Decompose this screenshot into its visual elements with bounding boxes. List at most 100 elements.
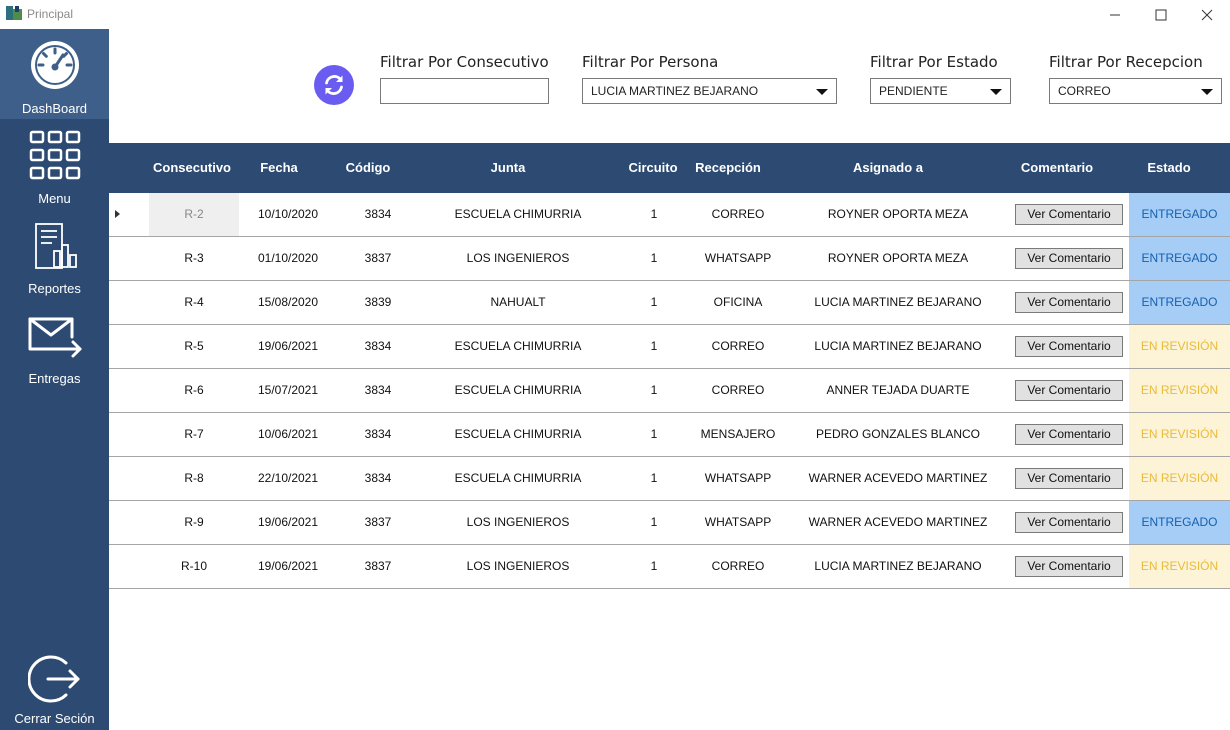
column-header[interactable]: Junta [429,143,587,193]
cell-circuito: 1 [650,251,658,265]
ver-comentario-button[interactable]: Ver Comentario [1015,424,1123,445]
ver-comentario-button[interactable]: Ver Comentario [1015,336,1123,357]
status-badge: EN REVISIÓN [1129,457,1230,500]
sidebar-item-entregas[interactable]: Entregas [0,299,109,389]
cell-asignado: PEDRO GONZALES BLANCO [815,427,981,441]
cell-consecutivo: R-6 [184,383,204,397]
sidebar-item-reportes[interactable]: Reportes [0,209,109,299]
ver-comentario-button[interactable]: Ver Comentario [1015,248,1123,269]
cell-codigo: 3837 [364,515,392,529]
refresh-button[interactable] [314,65,354,105]
ver-comentario-button[interactable]: Ver Comentario [1015,292,1123,313]
filter-recepcion-select[interactable]: CORREO [1049,78,1222,104]
cell-circuito: 1 [650,471,658,485]
sidebar-item-label: Entregas [28,371,81,386]
speedometer-icon [0,39,109,91]
sidebar-item-dashboard[interactable]: DashBoard [0,29,109,119]
status-badge: EN REVISIÓN [1129,369,1230,412]
data-grid: Consecutivo Fecha Código Junta Circuito … [109,143,1230,589]
table-row[interactable]: R-10 19/06/2021 3837 LOS INGENIEROS 1 CORREO L… [109,545,1230,589]
chevron-down-icon [816,89,828,95]
column-header[interactable]: Comentario [1007,143,1107,193]
ver-comentario-button[interactable]: Ver Comentario [1015,512,1123,533]
cell-fecha: 15/07/2021 [257,383,319,397]
status-badge: EN REVISIÓN [1129,413,1230,456]
table-row[interactable]: R-8 22/10/2021 3834 ESCUELA CHIMURRIA 1 WHATS… [109,457,1230,501]
filter-estado-label: Filtrar Por Estado [870,53,998,71]
app-icon [6,6,22,20]
column-header[interactable]: Circuito [619,143,687,193]
cell-recepcion: WHATSAPP [704,251,772,265]
cell-fecha: 01/10/2020 [257,251,319,265]
cell-circuito: 1 [650,339,658,353]
minimize-button[interactable] [1092,0,1138,29]
cell-asignado: ROYNER OPORTA MEZA [827,207,969,221]
ver-comentario-button[interactable]: Ver Comentario [1015,380,1123,401]
cell-asignado: WARNER ACEVEDO MARTINEZ [808,515,988,529]
cell-circuito: 1 [650,427,658,441]
filter-persona-value: LUCIA MARTINEZ BEJARANO [591,84,759,98]
status-badge: EN REVISIÓN [1129,325,1230,368]
table-row[interactable]: R-7 10/06/2021 3834 ESCUELA CHIMURRIA 1 MENSA… [109,413,1230,457]
table-row[interactable]: R-6 15/07/2021 3834 ESCUELA CHIMURRIA 1 CORRE… [109,369,1230,413]
filter-recepcion-value: CORREO [1058,84,1111,98]
sidebar-item-menu[interactable]: Menu [0,119,109,209]
cell-codigo: 3839 [364,295,392,309]
ver-comentario-button[interactable]: Ver Comentario [1015,556,1123,577]
cell-codigo: 3834 [364,383,392,397]
cell-asignado: WARNER ACEVEDO MARTINEZ [808,471,988,485]
filter-estado-value: PENDIENTE [879,84,948,98]
grid-header: Consecutivo Fecha Código Junta Circuito … [109,143,1230,193]
cell-junta: LOS INGENIEROS [466,515,570,529]
filter-consecutivo-input[interactable] [380,78,549,104]
row-selector-icon [115,210,120,218]
cell-recepcion: CORREO [711,207,765,221]
table-row[interactable]: R-9 19/06/2021 3837 LOS INGENIEROS 1 WHATSAPP… [109,501,1230,545]
cell-fecha: 10/06/2021 [257,427,319,441]
cell-junta: ESCUELA CHIMURRIA [454,383,582,397]
cell-fecha: 22/10/2021 [257,471,319,485]
grid-menu-icon [0,129,109,181]
filter-recepcion-label: Filtrar Por Recepcion [1049,53,1203,71]
cell-fecha: 15/08/2020 [257,295,319,309]
cell-recepcion: CORREO [711,383,765,397]
ver-comentario-button[interactable]: Ver Comentario [1015,204,1123,225]
cell-codigo: 3834 [364,427,392,441]
status-badge: EN REVISIÓN [1129,545,1230,588]
maximize-button[interactable] [1138,0,1184,29]
title-bar: Principal [0,0,1230,29]
column-header[interactable]: Consecutivo [149,143,235,193]
column-header[interactable]: Recepción [689,143,767,193]
column-header[interactable]: Fecha [239,143,319,193]
cell-codigo: 3837 [364,251,392,265]
cell-recepcion: CORREO [711,339,765,353]
filter-persona-select[interactable]: LUCIA MARTINEZ BEJARANO [582,78,837,104]
status-badge: ENTREGADO [1129,193,1230,236]
close-icon [1201,9,1213,20]
cell-fecha: 10/10/2020 [257,207,319,221]
table-row[interactable]: R-4 15/08/2020 3839 NAHUALT 1 OFICINA LUCIA MA… [109,281,1230,325]
cell-junta: LOS INGENIEROS [466,251,570,265]
report-icon [0,221,109,271]
column-header[interactable]: Estado [1129,143,1209,193]
table-row[interactable]: R-5 19/06/2021 3834 ESCUELA CHIMURRIA 1 CORRE… [109,325,1230,369]
table-row[interactable]: R-3 01/10/2020 3837 LOS INGENIEROS 1 WHATSAPP… [109,237,1230,281]
cell-junta: NAHUALT [490,295,546,309]
cell-codigo: 3834 [364,471,392,485]
close-button[interactable] [1184,0,1230,29]
cell-fecha: 19/06/2021 [257,339,319,353]
filter-estado-select[interactable]: PENDIENTE [870,78,1011,104]
column-header[interactable]: Asignado a [809,143,967,193]
status-badge: ENTREGADO [1129,281,1230,324]
cell-asignado: LUCIA MARTINEZ BEJARANO [814,295,982,309]
cell-asignado: ANNER TEJADA DUARTE [826,383,970,397]
filter-consecutivo-label: Filtrar Por Consecutivo [380,53,549,71]
cell-consecutivo: R-10 [180,559,207,573]
cell-circuito: 1 [650,295,658,309]
cell-junta: ESCUELA CHIMURRIA [454,207,582,221]
logout-button[interactable]: Cerrar Seción [0,640,109,730]
cell-recepcion: MENSAJERO [700,427,776,441]
column-header[interactable]: Código [329,143,407,193]
ver-comentario-button[interactable]: Ver Comentario [1015,468,1123,489]
table-row[interactable]: R-2 10/10/2020 3834 ESCUELA CHIMURRIA 1 CORRE… [109,193,1230,237]
